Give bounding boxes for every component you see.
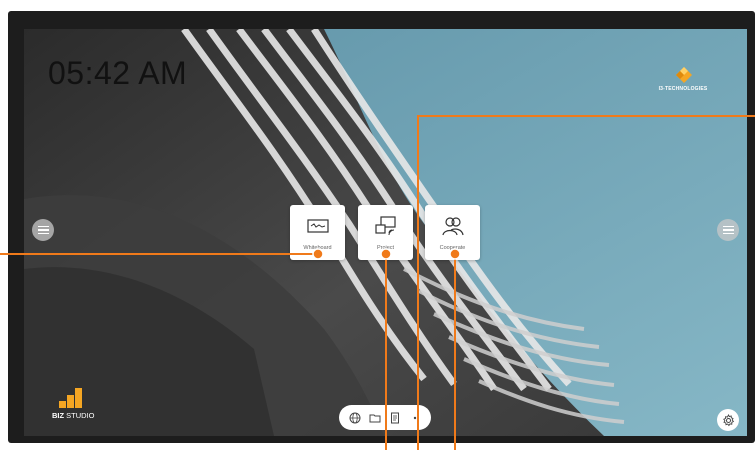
home-screen: 05:42 AM I3-TECHNOLOGIES Whiteboard Proj… xyxy=(24,29,747,436)
globe-icon xyxy=(349,412,361,423)
cooperate-label: Cooperate xyxy=(439,245,466,251)
folder-icon xyxy=(369,414,381,422)
project-screen-icon xyxy=(375,216,396,236)
dock-documents-button[interactable] xyxy=(388,411,402,425)
cooperate-users-icon xyxy=(442,217,464,236)
biz-studio-logo: BIZ STUDIO xyxy=(52,388,112,424)
cooperate-tile[interactable]: Cooperate xyxy=(425,205,480,260)
project-tile[interactable]: Project xyxy=(358,205,413,260)
gear-icon xyxy=(722,413,734,426)
brand-diamond-icon xyxy=(676,67,692,83)
whiteboard-tile[interactable]: Whiteboard xyxy=(290,205,345,260)
project-label: Project xyxy=(376,245,395,251)
dock-more-button[interactable] xyxy=(408,411,422,425)
document-icon xyxy=(391,412,399,423)
dock-browser-button[interactable] xyxy=(348,411,362,425)
more-icon xyxy=(413,416,417,419)
settings-button[interactable] xyxy=(717,409,739,431)
biz-bars-icon xyxy=(59,388,82,408)
whiteboard-label: Whiteboard xyxy=(303,245,332,251)
clock: 05:42 AM xyxy=(48,55,188,91)
whiteboard-icon xyxy=(307,219,329,233)
right-menu-handle[interactable] xyxy=(717,219,739,241)
biz-studio-text: BIZ STUDIO xyxy=(52,411,95,420)
brand-logo: I3-TECHNOLOGIES xyxy=(650,67,716,97)
brand-name: I3-TECHNOLOGIES xyxy=(658,86,708,92)
dock-files-button[interactable] xyxy=(368,411,382,425)
bottom-dock xyxy=(339,405,431,430)
left-menu-handle[interactable] xyxy=(32,219,54,241)
